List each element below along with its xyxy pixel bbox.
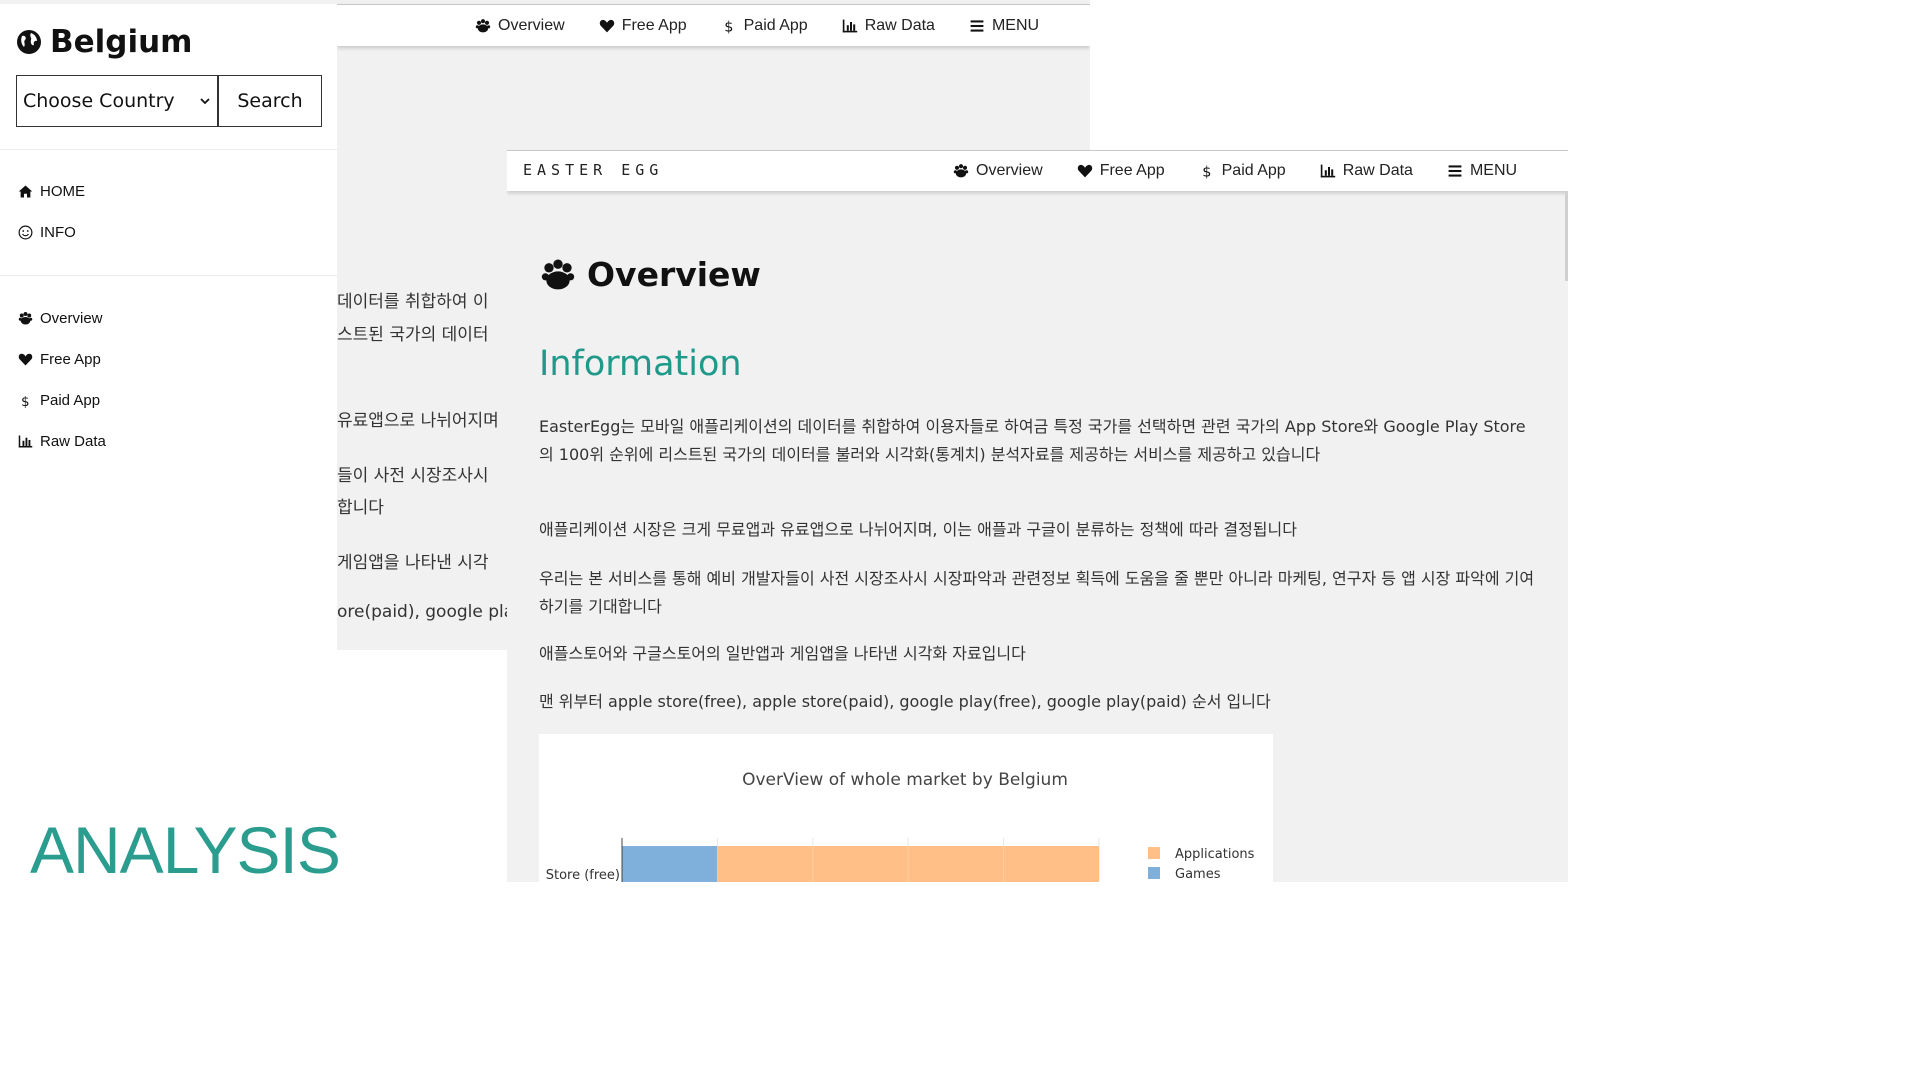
heart-icon [599,19,614,32]
sidebar-item-info[interactable]: INFO [18,224,76,241]
info-paragraph: 맨 위부터 apple store(free), apple store(pai… [539,692,1271,711]
back-text-fragment: 합니다 [337,498,384,518]
back-nav-free-app[interactable]: Free App [599,17,687,35]
nav-label: Free App [1099,162,1165,179]
dollar-icon: $ [21,394,30,408]
sidebar-item-label: Overview [40,310,103,327]
nav-label: MENU [1469,162,1518,179]
nav-label: Raw Data [864,16,935,34]
screenshot-collage: Overview Free App $ Paid App Raw Data ME… [0,0,1568,882]
front-nav-links: Overview Free App $ Paid App Raw Data ME… [953,151,1517,191]
brand-logo[interactable]: EASTER EGG [523,161,663,179]
country-select[interactable]: Choose Country [16,75,218,127]
back-top-navbar: Overview Free App $ Paid App Raw Data ME… [337,4,1090,46]
sidebar: Belgium Choose Country Search HOME INFO … [0,4,337,650]
sidebar-item-label: Raw Data [40,433,106,450]
nav-free-app[interactable]: Free App [1077,162,1165,180]
sidebar-item-home[interactable]: HOME [18,183,85,200]
section-heading: Information [539,344,742,384]
back-text-fragment: 들이 사전 시장조사시 [337,466,489,486]
sidebar-item-label: Paid App [40,392,101,409]
svg-text:$: $ [724,19,733,33]
country-title-text: Belgium [50,24,193,60]
nav-label: MENU [991,16,1040,34]
globe-icon [17,30,41,54]
paw-icon [475,18,491,32]
chevron-down-icon [200,98,210,105]
nav-overview[interactable]: Overview [953,162,1043,180]
sidebar-item-label: INFO [40,224,76,241]
back-nav-overview[interactable]: Overview [475,17,565,35]
paw-icon [541,259,575,289]
nav-label: Overview [976,162,1043,179]
nav-menu[interactable]: MENU [1447,162,1517,180]
info-paragraph: EasterEgg는 모바일 애플리케이션의 데이터를 취합하여 이용자들로 하… [539,417,1526,464]
legend-swatch-games [1148,867,1160,879]
smile-icon [18,225,33,240]
chart-category-label: Store (free) [546,868,620,882]
info-paragraph: 우리는 본 서비스를 통해 예비 개발자들이 사전 시장조사시 시장파악과 관련… [539,569,1535,616]
dollar-icon: $ [1202,165,1211,179]
dollar-icon: $ [724,19,733,33]
svg-text:$: $ [21,394,30,408]
back-text-fragment: 스트된 국가의 데이터 [337,325,489,345]
sidebar-item-raw-data[interactable]: Raw Data [18,433,106,450]
back-nav-raw-data[interactable]: Raw Data [842,17,935,35]
nav-label: Overview [498,16,565,34]
legend-label-applications: Applications [1175,847,1255,862]
back-text-fragment: 데이터를 취합하여 이 [337,292,489,312]
front-top-navbar: EASTER EGG Overview Free App $ Paid App … [507,151,1568,191]
sidebar-item-label: HOME [40,183,85,200]
bar-chart-icon [842,19,857,32]
analysis-overlay-label: ANALYSIS [30,813,341,882]
country-title: Belgium [16,24,192,60]
svg-text:$: $ [1202,165,1211,179]
nav-label: Paid App [1221,162,1286,179]
sidebar-divider [0,149,337,150]
back-text-fragment: ore(paid), google play [337,602,507,622]
sidebar-divider [0,275,337,276]
back-nav-links: Overview Free App $ Paid App Raw Data ME… [475,5,1039,46]
legend-swatch-applications [1148,847,1160,859]
nav-label: Free App [621,16,687,34]
bar-chart-icon [18,435,33,448]
legend-label-games: Games [1175,867,1221,882]
heart-icon [1077,164,1092,178]
menu-icon [1448,165,1462,177]
market-chart: OverView of whole market by Belgium Store… [539,734,1273,882]
back-text-fragment: 게임앱을 나타낸 시각 [337,553,489,573]
chart-bar-games [622,846,718,882]
heart-icon [18,353,33,366]
search-button[interactable]: Search [218,75,322,127]
sidebar-item-free-app[interactable]: Free App [18,351,101,368]
sidebar-item-label: Free App [40,351,101,368]
sidebar-item-paid-app[interactable]: $ Paid App [18,392,100,409]
bar-chart-icon [1320,164,1335,178]
page-title-text: Overview [587,255,761,294]
back-nav-menu[interactable]: MENU [969,17,1039,35]
market-chart-svg: OverView of whole market by Belgium Store… [546,770,1255,882]
paw-icon [953,164,969,178]
page-title: Overview [539,255,761,294]
menu-icon [970,19,984,32]
nav-paid-app[interactable]: $ Paid App [1199,162,1286,180]
nav-label: Paid App [743,16,808,34]
country-select-value: Choose Country [23,90,175,112]
info-paragraph: 애플스토어와 구글스토어의 일반앱과 게임앱을 나타낸 시각화 자료입니다 [539,644,1026,663]
chart-title: OverView of whole market by Belgium [742,770,1068,790]
paw-icon [18,312,33,325]
front-browser-window: EASTER EGG Overview Free App $ Paid App … [507,150,1568,882]
scrollbar[interactable] [1565,191,1568,281]
back-text-fragment: 유료앱으로 나뉘어지며 [337,411,499,431]
home-icon [18,185,33,198]
back-nav-paid-app[interactable]: $ Paid App [721,17,808,35]
nav-raw-data[interactable]: Raw Data [1320,162,1413,180]
sidebar-item-overview[interactable]: Overview [18,310,103,327]
nav-label: Raw Data [1342,162,1413,179]
info-paragraph: 애플리케이션 시장은 크게 무료앱과 유료앱으로 나뉘어지며, 이는 애플과 구… [539,520,1297,539]
